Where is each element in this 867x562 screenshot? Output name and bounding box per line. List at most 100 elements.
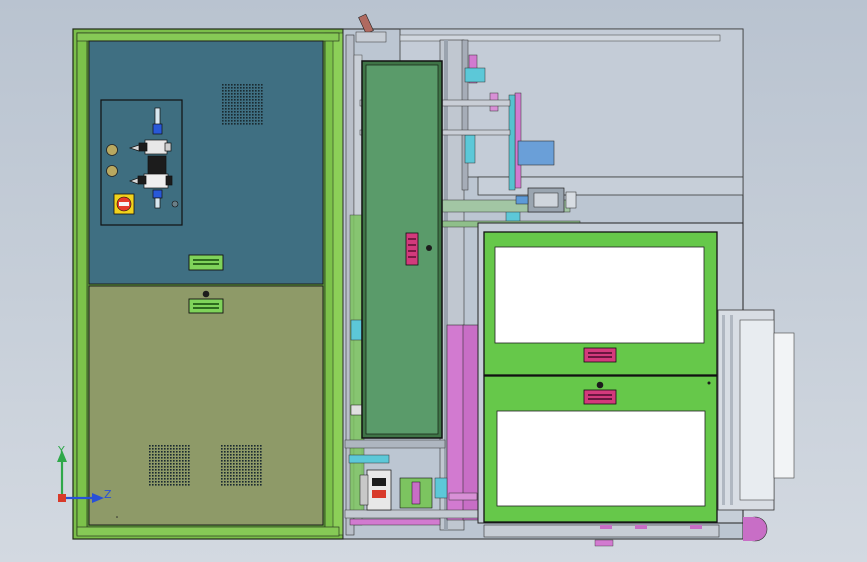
vent-hole bbox=[164, 484, 166, 486]
control-panel[interactable] bbox=[100, 99, 183, 226]
bottom-drawer-handle[interactable] bbox=[583, 389, 617, 405]
lower-access-panel[interactable] bbox=[88, 285, 324, 526]
cad-viewport[interactable]: Y Z bbox=[0, 0, 867, 562]
vent-hole bbox=[149, 454, 151, 456]
vent-hole bbox=[249, 90, 251, 92]
vent-hole bbox=[260, 445, 262, 447]
vent-hole bbox=[173, 475, 175, 477]
vent-hole bbox=[149, 448, 151, 450]
vent-hole bbox=[176, 481, 178, 483]
vent-hole bbox=[246, 117, 248, 119]
vent-hole bbox=[222, 99, 224, 101]
vent-hole bbox=[255, 90, 257, 92]
vent-hole bbox=[227, 478, 229, 480]
vent-hole bbox=[236, 457, 238, 459]
vent-hole bbox=[233, 460, 235, 462]
vent-hole bbox=[243, 87, 245, 89]
vent-hole bbox=[246, 84, 248, 86]
vent-hole bbox=[245, 457, 247, 459]
vent-hole bbox=[237, 99, 239, 101]
vent-hole bbox=[158, 448, 160, 450]
vent-hole bbox=[255, 87, 257, 89]
vent-hole bbox=[182, 466, 184, 468]
vent-hole bbox=[170, 478, 172, 480]
vent-hole bbox=[227, 445, 229, 447]
vent-hole bbox=[222, 120, 224, 122]
vent-hole bbox=[246, 108, 248, 110]
vent-hole bbox=[261, 96, 263, 98]
vent-hole bbox=[179, 466, 181, 468]
vent-hole bbox=[245, 448, 247, 450]
vent-hole bbox=[242, 469, 244, 471]
vent-hole bbox=[230, 484, 232, 486]
vent-hole bbox=[252, 102, 254, 104]
vent-hole bbox=[158, 469, 160, 471]
vent-hole bbox=[224, 472, 226, 474]
vent-hole bbox=[227, 451, 229, 453]
vent-hole bbox=[231, 111, 233, 113]
vent-hole bbox=[261, 99, 263, 101]
vent-hole bbox=[224, 481, 226, 483]
vent-hole bbox=[179, 448, 181, 450]
vent-hole bbox=[158, 472, 160, 474]
vent-hole bbox=[251, 472, 253, 474]
vent-hole bbox=[245, 445, 247, 447]
vent-hole bbox=[173, 472, 175, 474]
vent-hole bbox=[228, 111, 230, 113]
vent-hole bbox=[188, 454, 190, 456]
top-drawer-handle[interactable] bbox=[583, 347, 617, 363]
vent-hole bbox=[258, 123, 260, 125]
left-cabinet[interactable] bbox=[72, 28, 344, 540]
bottom-drawer[interactable] bbox=[483, 375, 718, 523]
z-axis-label: Z bbox=[104, 488, 112, 501]
vent-hole bbox=[185, 451, 187, 453]
right-drawer-unit[interactable] bbox=[477, 222, 795, 547]
vent-hole bbox=[224, 448, 226, 450]
vent-hole bbox=[245, 478, 247, 480]
vent-hole bbox=[243, 123, 245, 125]
vent-hole bbox=[149, 475, 151, 477]
vent-hole bbox=[152, 469, 154, 471]
vent-hole bbox=[167, 469, 169, 471]
vent-hole bbox=[182, 478, 184, 480]
center-door[interactable] bbox=[361, 60, 443, 439]
vent-hole bbox=[225, 90, 227, 92]
vent-hole bbox=[237, 111, 239, 113]
vent-hole bbox=[182, 472, 184, 474]
vent-hole bbox=[185, 478, 187, 480]
selector-switch-icon[interactable] bbox=[113, 193, 135, 215]
vent-hole bbox=[257, 475, 259, 477]
vent-hole bbox=[234, 102, 236, 104]
vent-hole bbox=[252, 120, 254, 122]
vent-hole bbox=[254, 472, 256, 474]
upper-panel-handle[interactable] bbox=[188, 254, 224, 271]
vent-hole bbox=[243, 111, 245, 113]
vent-hole bbox=[258, 93, 260, 95]
vent-hole bbox=[258, 111, 260, 113]
vent-hole bbox=[260, 454, 262, 456]
vent-hole bbox=[258, 90, 260, 92]
vent-hole bbox=[231, 108, 233, 110]
vent-hole bbox=[222, 102, 224, 104]
vent-hole bbox=[221, 478, 223, 480]
vent-hole bbox=[249, 84, 251, 86]
vent-hole bbox=[155, 475, 157, 477]
top-drawer[interactable] bbox=[483, 231, 718, 376]
panel-screw bbox=[171, 200, 179, 208]
vent-hole bbox=[176, 463, 178, 465]
vent-hole bbox=[249, 120, 251, 122]
vent-hole bbox=[246, 99, 248, 101]
vent-hole bbox=[149, 451, 151, 453]
vent-hole bbox=[221, 466, 223, 468]
vent-hole bbox=[158, 484, 160, 486]
vent-hole bbox=[251, 451, 253, 453]
vent-hole bbox=[155, 481, 157, 483]
vent-hole bbox=[158, 478, 160, 480]
vent-hole bbox=[261, 90, 263, 92]
vent-hole bbox=[167, 481, 169, 483]
vent-hole bbox=[149, 478, 151, 480]
vent-hole bbox=[152, 475, 154, 477]
vent-hole bbox=[231, 105, 233, 107]
vent-hole bbox=[176, 469, 178, 471]
vent-hole bbox=[228, 105, 230, 107]
